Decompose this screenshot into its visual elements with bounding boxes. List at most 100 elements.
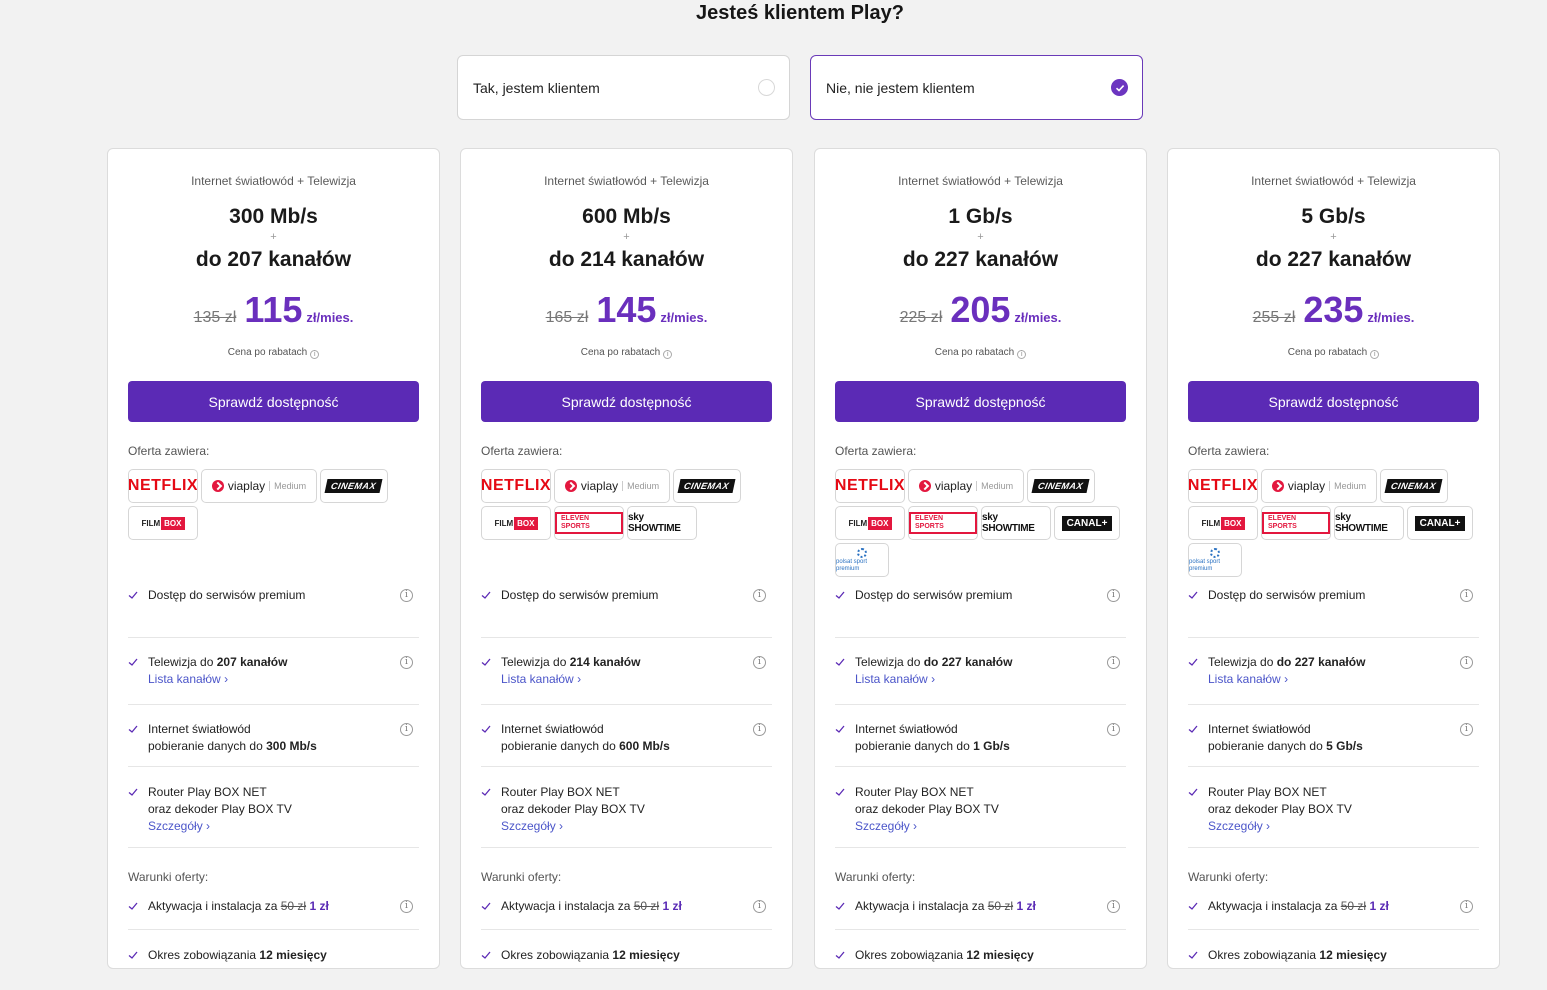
canal-logo: CANAL+ bbox=[1407, 506, 1473, 540]
details-link[interactable]: Szczegóły › bbox=[1208, 818, 1270, 835]
check-availability-button[interactable]: Sprawdź dostępność bbox=[835, 381, 1126, 422]
details-link[interactable]: Szczegóły › bbox=[148, 818, 210, 835]
offer-label: Oferta zawiera: bbox=[481, 444, 563, 458]
choice-no[interactable]: Nie, nie jestem klientem bbox=[810, 55, 1143, 120]
check-icon bbox=[835, 902, 845, 910]
feature-router: Router Play BOX NET oraz dekoder Play BO… bbox=[1188, 784, 1479, 848]
netflix-logo: NETFLIX bbox=[835, 469, 905, 503]
plan-subtitle: Internet światłowód + Telewizja bbox=[544, 174, 709, 188]
commitment-prefix: Okres zobowiązania bbox=[1208, 948, 1317, 962]
activation-prefix: Aktywacja i instalacja za bbox=[1208, 899, 1338, 913]
check-icon bbox=[1188, 788, 1198, 796]
channel-list-link[interactable]: Lista kanałów › bbox=[855, 671, 935, 688]
check-availability-button[interactable]: Sprawdź dostępność bbox=[481, 381, 772, 422]
info-icon[interactable]: i bbox=[1460, 656, 1473, 669]
tv-channels: 207 kanałów bbox=[216, 655, 288, 669]
terms-label: Warunki oferty: bbox=[835, 870, 916, 884]
feature-commitment: Okres zobowiązania 12 miesięcy bbox=[481, 947, 772, 967]
activation-prefix: Aktywacja i instalacja za bbox=[501, 899, 631, 913]
check-icon bbox=[128, 591, 138, 599]
info-icon[interactable]: i bbox=[400, 656, 413, 669]
info-icon[interactable]: i bbox=[1107, 723, 1120, 736]
info-icon[interactable]: i bbox=[753, 589, 766, 602]
internet-prefix: pobieranie danych do bbox=[148, 739, 263, 753]
details-link[interactable]: Szczegóły › bbox=[855, 818, 917, 835]
feature-internet: Internet światłowód pobieranie danych do… bbox=[481, 721, 772, 767]
check-icon bbox=[481, 591, 491, 599]
info-icon[interactable]: i bbox=[1107, 900, 1120, 913]
page-title: Jesteś klientem Play? bbox=[696, 2, 904, 24]
internet-title: Internet światłowód bbox=[148, 722, 251, 736]
feature-commitment: Okres zobowiązania 12 miesięcy bbox=[835, 947, 1126, 967]
terms-label: Warunki oferty: bbox=[1188, 870, 1269, 884]
feature-activation: Aktywacja i instalacja za 50 zł 1 zł i bbox=[835, 898, 1126, 930]
chevron-right-icon: › bbox=[913, 819, 918, 833]
channel-list-link-text: Lista kanałów bbox=[148, 672, 221, 686]
details-link-text: Szczegóły bbox=[148, 819, 203, 833]
info-icon[interactable]: i bbox=[1370, 350, 1380, 359]
old-price: 165 zł bbox=[545, 309, 589, 326]
info-icon[interactable]: i bbox=[400, 723, 413, 736]
tv-channels: 214 kanałów bbox=[569, 655, 641, 669]
new-price: 205 bbox=[950, 289, 1011, 330]
chevron-right-icon: › bbox=[1266, 819, 1271, 833]
info-icon[interactable]: i bbox=[1107, 656, 1120, 669]
check-availability-button[interactable]: Sprawdź dostępność bbox=[1188, 381, 1479, 422]
router-line1: Router Play BOX NET bbox=[1208, 785, 1327, 799]
check-icon bbox=[128, 902, 138, 910]
viaplay-logo: viaplay Medium bbox=[201, 469, 317, 503]
plan-channels: do 227 kanałów bbox=[902, 248, 1059, 271]
price-note: Cena po rabatach i bbox=[481, 347, 772, 359]
feature-premium: Dostęp do serwisów premium i bbox=[481, 587, 772, 638]
info-icon[interactable]: i bbox=[400, 900, 413, 913]
price-unit: zł/mies. bbox=[1367, 310, 1415, 325]
radio-unchecked-icon[interactable] bbox=[758, 79, 775, 96]
plan-subtitle: Internet światłowód + Telewizja bbox=[898, 174, 1063, 188]
activation-new-price: 1 zł bbox=[1369, 899, 1389, 913]
sky-logo: sky SHOWTIME bbox=[627, 506, 697, 540]
router-line2: oraz dekoder Play BOX TV bbox=[1208, 802, 1352, 816]
info-icon[interactable]: i bbox=[310, 350, 320, 359]
info-icon[interactable]: i bbox=[753, 656, 766, 669]
filmbox-logo: FILM BOX bbox=[128, 506, 198, 540]
plan-plus: + bbox=[623, 231, 630, 243]
check-icon bbox=[481, 951, 491, 959]
details-link[interactable]: Szczegóły › bbox=[501, 818, 563, 835]
info-icon[interactable]: i bbox=[753, 900, 766, 913]
info-icon[interactable]: i bbox=[1460, 723, 1473, 736]
channel-list-link[interactable]: Lista kanałów › bbox=[501, 671, 581, 688]
commitment-value: 12 miesięcy bbox=[259, 948, 327, 962]
info-icon[interactable]: i bbox=[1460, 589, 1473, 602]
plan-channels: do 207 kanałów bbox=[195, 248, 352, 271]
details-link-text: Szczegóły bbox=[1208, 819, 1263, 833]
info-icon[interactable]: i bbox=[400, 589, 413, 602]
channel-list-link[interactable]: Lista kanałów › bbox=[148, 671, 228, 688]
check-availability-button[interactable]: Sprawdź dostępność bbox=[128, 381, 419, 422]
channel-list-link-text: Lista kanałów bbox=[855, 672, 928, 686]
filmbox-logo: FILM BOX bbox=[481, 506, 551, 540]
check-icon bbox=[1188, 725, 1198, 733]
choice-no-label: Nie, nie jestem klientem bbox=[826, 79, 975, 96]
radio-checked-icon[interactable] bbox=[1111, 79, 1128, 96]
price-note-text: Cena po rabatach bbox=[580, 347, 661, 358]
price-note: Cena po rabatach i bbox=[1188, 347, 1479, 359]
channel-list-link[interactable]: Lista kanałów › bbox=[1208, 671, 1288, 688]
info-icon[interactable]: i bbox=[753, 723, 766, 736]
download-speed: 5 Gb/s bbox=[1326, 739, 1363, 753]
check-icon bbox=[128, 658, 138, 666]
info-icon[interactable]: i bbox=[1017, 350, 1027, 359]
plan-plus: + bbox=[977, 231, 984, 243]
service-logos: NETFLIX viaplay Medium CINEMAX FILM BOX ELEVEN… bbox=[835, 469, 1146, 577]
internet-prefix: pobieranie danych do bbox=[1208, 739, 1323, 753]
feature-commitment: Okres zobowiązania 12 miesięcy bbox=[1188, 947, 1479, 967]
plan-channels: do 227 kanałów bbox=[1255, 248, 1412, 271]
plan-card-2: Internet światłowód + Telewizja 600 Mb/s… bbox=[460, 148, 793, 969]
choice-yes[interactable]: Tak, jestem klientem bbox=[457, 55, 790, 120]
netflix-logo: NETFLIX bbox=[1188, 469, 1258, 503]
activation-new-price: 1 zł bbox=[309, 899, 329, 913]
check-icon bbox=[128, 951, 138, 959]
info-icon[interactable]: i bbox=[1107, 589, 1120, 602]
info-icon[interactable]: i bbox=[663, 350, 673, 359]
check-icon bbox=[1188, 591, 1198, 599]
info-icon[interactable]: i bbox=[1460, 900, 1473, 913]
